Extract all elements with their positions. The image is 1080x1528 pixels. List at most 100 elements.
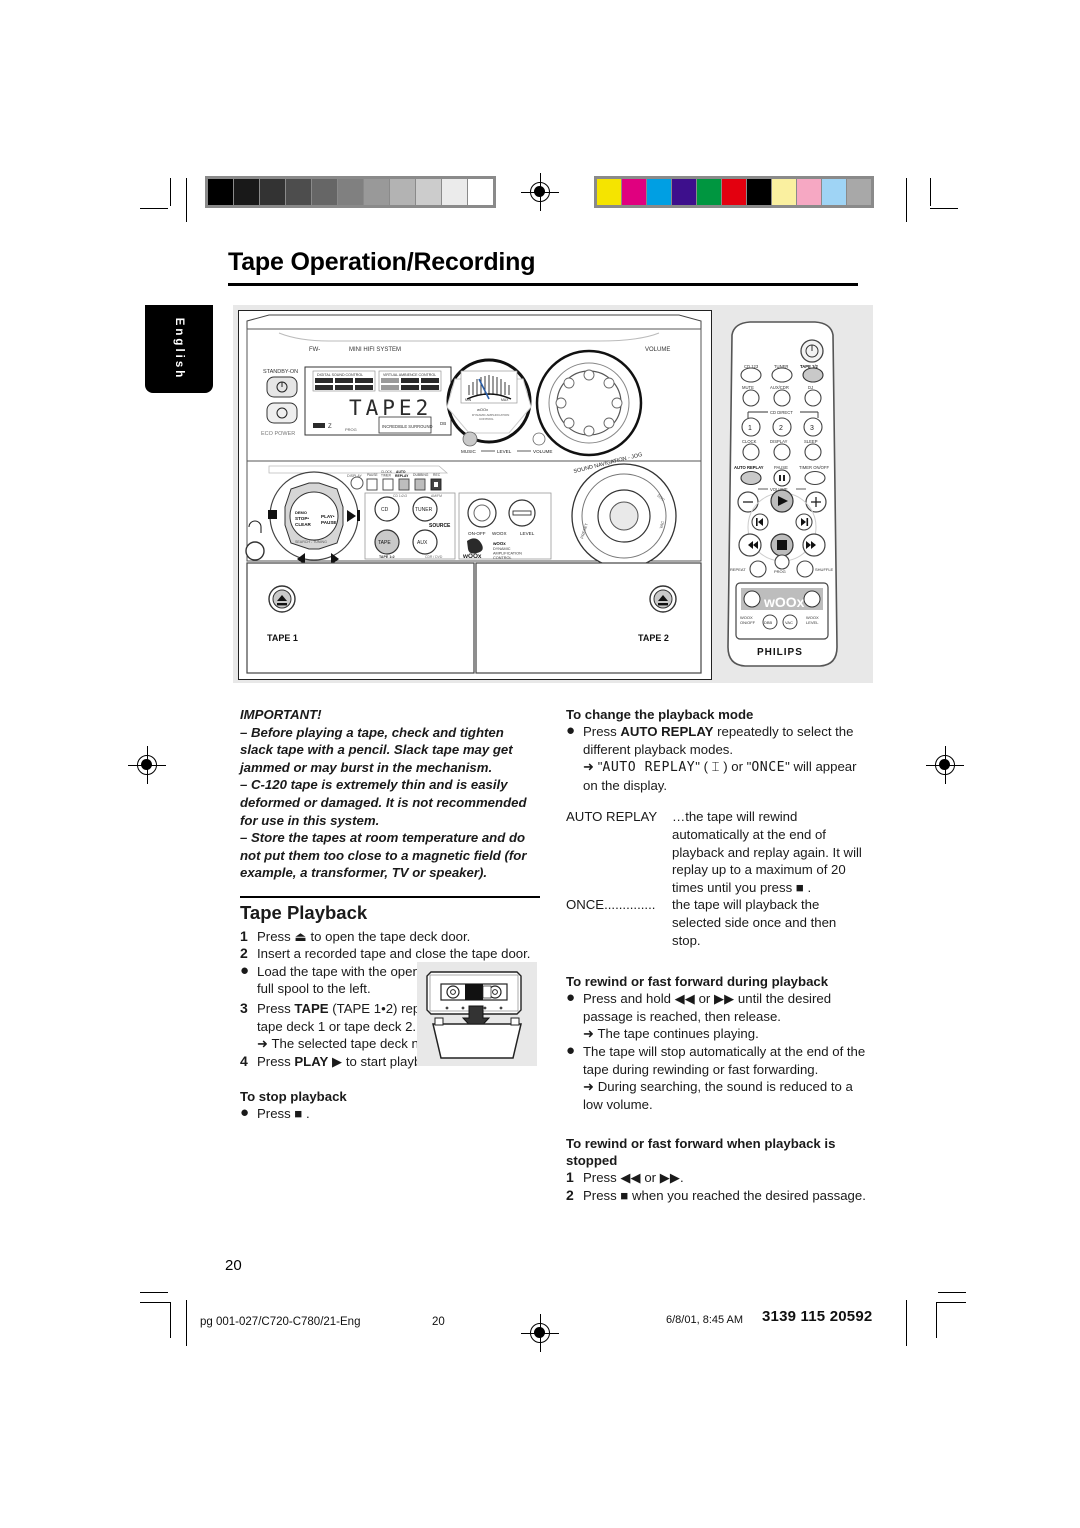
product-illustration: FW- MINI HIFI SYSTEM VOLUME STANDBY-ON E…: [233, 305, 873, 683]
footer-document-number: 3139 115 20592: [762, 1308, 873, 1325]
step-text: Press ■ when you reached the desired pas…: [583, 1187, 866, 1203]
definition-value: the tape will playback the selected side…: [672, 897, 837, 948]
pm-display-auto-replay: AUTO REPLAY: [602, 760, 696, 776]
section-rule: [240, 895, 540, 898]
svg-text:CONTROL: CONTROL: [479, 417, 494, 421]
svg-text:CLOCK: CLOCK: [742, 439, 757, 444]
svg-text:MUTE: MUTE: [742, 385, 754, 390]
language-tab: English: [145, 305, 213, 393]
step-number: 4: [240, 1052, 248, 1069]
svg-text:TIMER ON/OFF: TIMER ON/OFF: [799, 465, 829, 470]
important-block: IMPORTANT! – Before playing a tape, chec…: [240, 706, 540, 882]
gray-swatch-8: [416, 179, 441, 205]
rd-arrow2: ➜ During searching, the sound is reduced…: [583, 1079, 853, 1112]
title-rule: [228, 283, 858, 286]
svg-text:PAUSE: PAUSE: [774, 465, 788, 470]
svg-text:PAUSE: PAUSE: [321, 520, 337, 525]
svg-text:LEVEL: LEVEL: [520, 531, 535, 536]
svg-text:Z: Z: [328, 424, 332, 430]
registration-mark-bottom: [521, 1314, 559, 1352]
svg-text:DIGITAL SOUND CONTROL: DIGITAL SOUND CONTROL: [317, 373, 363, 377]
step3-keyword: TAPE: [294, 1000, 329, 1016]
color-swatch-6: [747, 179, 771, 205]
rewind-stopped-step-1: 1 Press ◀◀ or ▶▶.: [566, 1169, 866, 1187]
right-text-column: To change the playback mode ● Press AUTO…: [566, 706, 866, 1204]
svg-text:DEMO: DEMO: [295, 510, 307, 515]
gray-swatch-9: [442, 179, 467, 205]
svg-text:PHILIPS: PHILIPS: [757, 647, 803, 658]
rd-arrow1: ➜ The tape continues playing.: [583, 1026, 759, 1042]
svg-text:3: 3: [810, 425, 814, 432]
pm-arrow-note: ➜ "AUTO REPLAY" ( ⌶ ) or "ONCE" will app…: [583, 758, 866, 794]
gray-swatch-0: [208, 179, 233, 205]
crop-mark-bottom-right: [922, 1292, 966, 1338]
rewind-during-bullet-1: ● Press and hold ◀◀ or ▶▶ until the desi…: [566, 990, 866, 1043]
svg-text:VIRTUAL AMBIENCE CONTROL: VIRTUAL AMBIENCE CONTROL: [383, 373, 436, 377]
crop-mark-bottom-right-inner: [906, 1300, 916, 1346]
page-number: 20: [225, 1257, 242, 1274]
footer-date: 6/8/01, 8:45 AM: [666, 1314, 744, 1326]
bullet-icon: ●: [566, 722, 576, 739]
definition-value: …the tape will rewind automatically at t…: [672, 809, 862, 895]
hifi-system-illustration: FW- MINI HIFI SYSTEM VOLUME STANDBY-ON E…: [238, 310, 712, 680]
footer-file-name: pg 001-027/C720-C780/21-Eng: [200, 1316, 361, 1328]
important-item-2: – C-120 tape is extremely thin and is ea…: [240, 777, 527, 828]
gray-swatch-2: [260, 179, 285, 205]
svg-text:REC: REC: [433, 473, 441, 477]
pm-arrow-pre: ➜ ": [583, 759, 603, 775]
playback-mode-bullet: ● Press AUTO REPLAY repeatedly to select…: [566, 722, 866, 794]
crop-mark-top-right: [922, 178, 962, 218]
svg-text:DJ: DJ: [808, 385, 813, 390]
definition-auto-replay: AUTO REPLAY …the tape will rewind automa…: [566, 808, 866, 896]
bullet-icon: ●: [240, 1104, 250, 1122]
svg-text:2: 2: [779, 425, 783, 432]
color-swatch-2: [647, 179, 671, 205]
svg-text:STANDBY-ON: STANDBY-ON: [263, 369, 298, 375]
registration-mark-left: [128, 746, 166, 784]
svg-text:MUSIC: MUSIC: [461, 449, 476, 454]
important-item-3: – Store the tapes at room temperature an…: [240, 830, 527, 881]
color-swatch-7: [772, 179, 796, 205]
svg-text:MINI HIFI SYSTEM: MINI HIFI SYSTEM: [349, 347, 401, 353]
svg-text:PAUSE: PAUSE: [367, 473, 378, 477]
svg-text:wOOx: wOOx: [462, 553, 482, 560]
hifi-system-drawing: FW- MINI HIFI SYSTEM VOLUME STANDBY-ON E…: [239, 311, 708, 676]
bullet-icon: ●: [566, 1041, 576, 1059]
step-text: Press ◀◀ or ▶▶.: [583, 1170, 684, 1186]
stop-playback-bullet: ● Press ■ .: [240, 1105, 540, 1123]
crop-mark-top-left: [140, 178, 180, 218]
definition-once: ONCE.............. the tape will playbac…: [566, 896, 866, 949]
svg-text:VOLUME: VOLUME: [533, 449, 552, 454]
bullet-icon: ●: [566, 989, 576, 1007]
step-number: 3: [240, 999, 248, 1016]
svg-text:REPEAT: REPEAT: [730, 567, 746, 572]
svg-text:TAPE 1•2: TAPE 1•2: [379, 555, 395, 559]
svg-text:AUTO REPLAY: AUTO REPLAY: [734, 465, 764, 470]
svg-text:WOOX: WOOX: [492, 531, 507, 536]
playback-mode-heading: To change the playback mode: [566, 707, 754, 722]
svg-text:DISPLAY: DISPLAY: [347, 474, 363, 478]
color-calibration-bar: [594, 176, 874, 208]
crop-mark-bottom-left-inner: [186, 1300, 196, 1346]
color-swatch-5: [722, 179, 746, 205]
svg-text:DB: DB: [440, 421, 446, 426]
registration-mark-right: [926, 746, 964, 784]
pm-display-once: ONCE: [751, 760, 786, 776]
svg-text:CD DIRECT: CD DIRECT: [770, 410, 793, 415]
svg-text:VOLUME: VOLUME: [645, 347, 670, 353]
definition-key: ONCE..............: [566, 896, 672, 949]
svg-text:wOOx: wOOx: [763, 594, 805, 610]
svg-text:SEARCH - TUNING: SEARCH - TUNING: [295, 540, 327, 544]
crop-mark-top-right-inner: [906, 178, 916, 222]
svg-text:ON-OFF: ON-OFF: [468, 531, 486, 536]
svg-text:LEVEL: LEVEL: [497, 449, 512, 454]
color-swatch-1: [622, 179, 646, 205]
bullet-icon: ●: [240, 961, 250, 979]
svg-text:CDR / DVD: CDR / DVD: [425, 555, 443, 559]
svg-text:DYNAMIC: DYNAMIC: [493, 547, 511, 551]
svg-text:MIN: MIN: [465, 398, 472, 402]
step-number: 1: [566, 1169, 574, 1186]
svg-text:CD 1•2•3: CD 1•2•3: [393, 494, 407, 498]
svg-text:MAX: MAX: [501, 398, 509, 402]
svg-text:DBB: DBB: [764, 620, 773, 625]
